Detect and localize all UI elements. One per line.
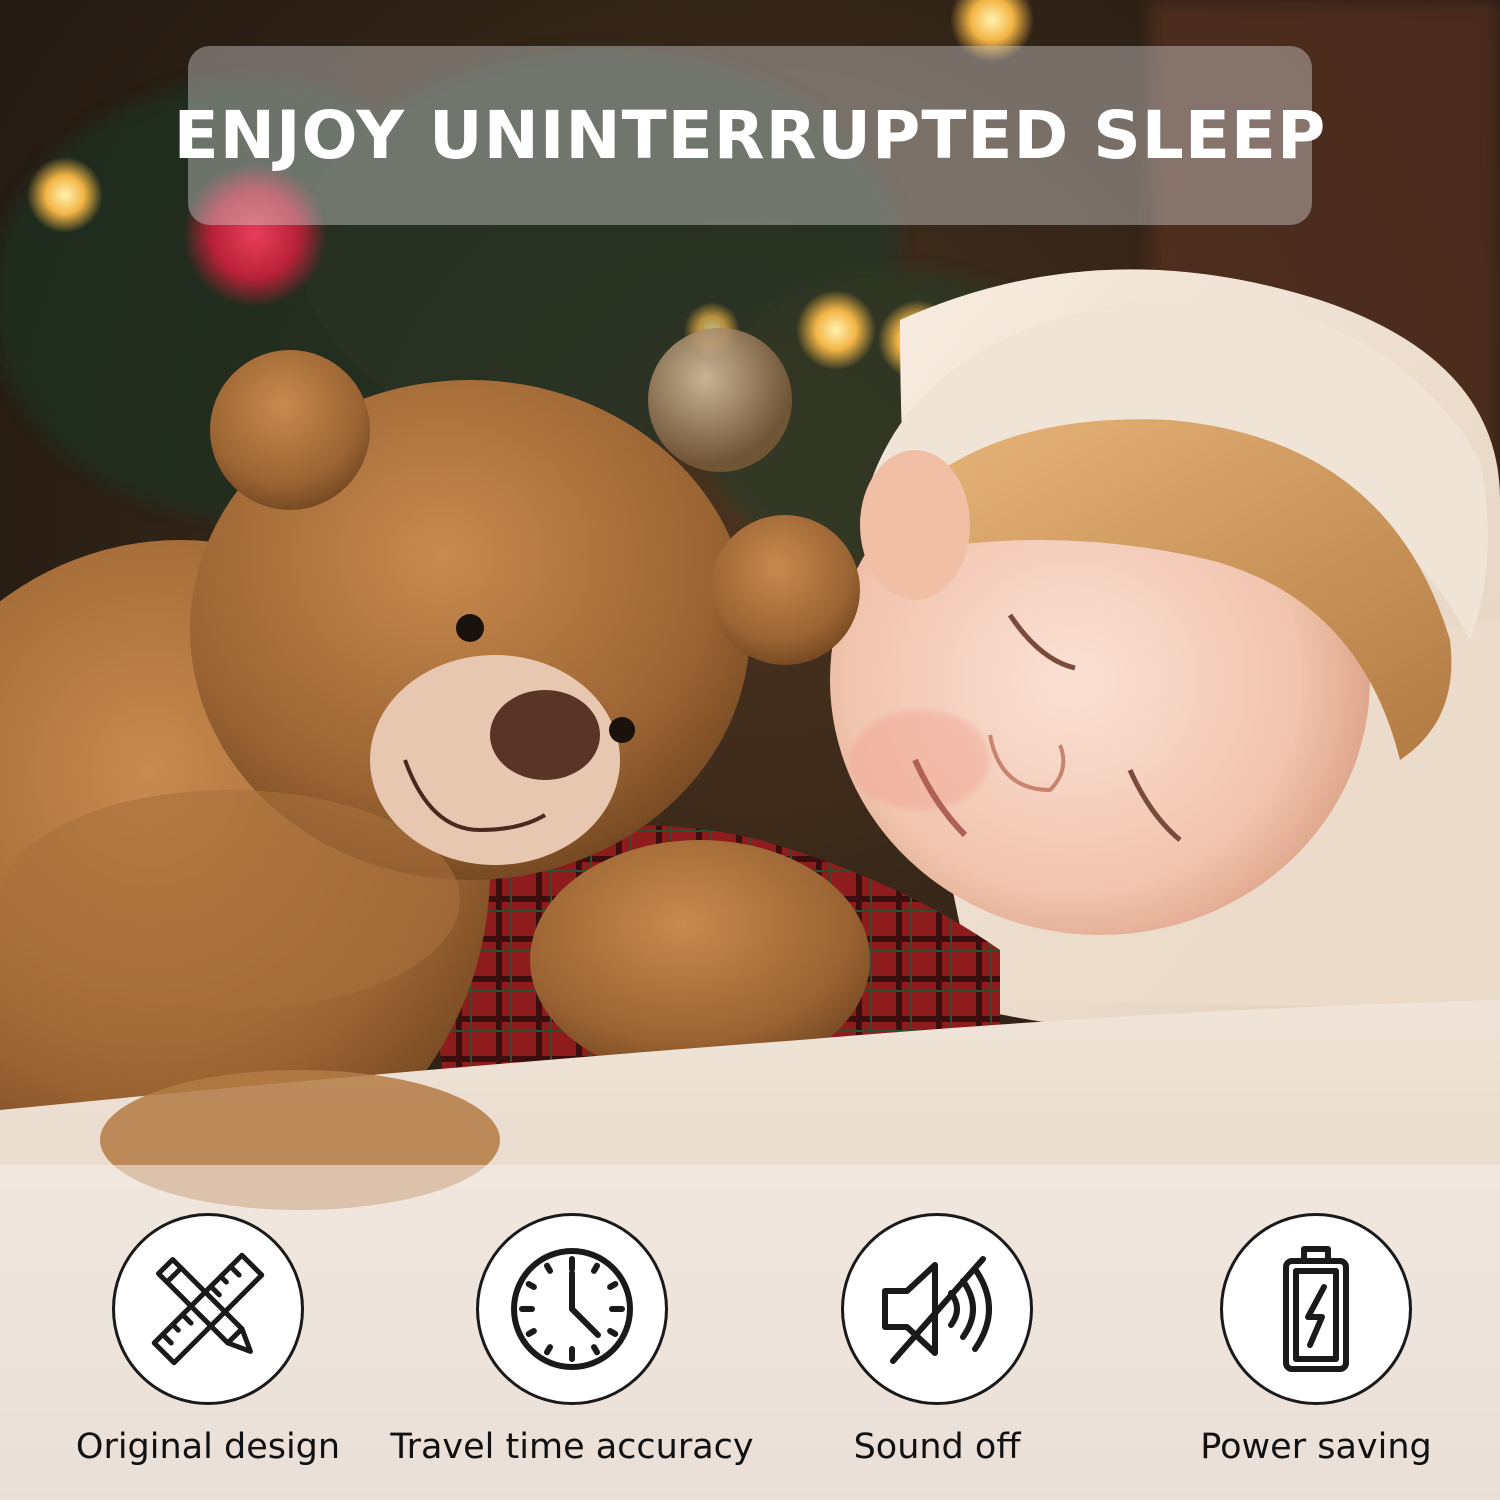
feature-power-saving: Power saving <box>1126 1213 1500 1467</box>
headline-text: ENJOY UNINTERRUPTED SLEEP <box>173 97 1327 174</box>
battery-charging-icon <box>1283 1246 1349 1372</box>
ruler-pencil-icon <box>151 1252 265 1366</box>
feature-original-design: Original design <box>18 1213 398 1467</box>
feature-icon-circle <box>112 1213 304 1405</box>
feature-travel-time-accuracy: Travel time accuracy <box>382 1213 762 1467</box>
feature-sound-off: Sound off <box>747 1213 1127 1467</box>
clock-icon <box>511 1248 633 1370</box>
feature-label: Sound off <box>853 1427 1021 1467</box>
feature-icon-circle <box>1220 1213 1412 1405</box>
feature-label: Power saving <box>1200 1427 1432 1467</box>
feature-label: Original design <box>75 1427 341 1467</box>
feature-icon-circle <box>841 1213 1033 1405</box>
feature-label: Travel time accuracy <box>390 1427 754 1467</box>
speaker-muted-icon <box>882 1256 992 1364</box>
headline-banner: ENJOY UNINTERRUPTED SLEEP <box>174 46 1325 225</box>
feature-icon-circle <box>476 1213 668 1405</box>
